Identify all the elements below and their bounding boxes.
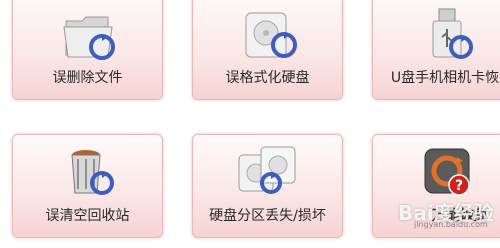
recover-partition-button[interactable]: 硬盘分区丢失/损坏 bbox=[192, 134, 343, 238]
tile-label: 误删除文件 bbox=[52, 70, 123, 86]
recover-recycle-bin-button[interactable]: 误清空回收站 bbox=[12, 134, 163, 238]
tile-label: U盘手机相机卡恢复 bbox=[390, 70, 500, 86]
tile-label: 硬盘分区丢失/损坏 bbox=[209, 208, 326, 224]
recover-formatted-disk-button[interactable]: 误格式化硬盘 bbox=[192, 0, 343, 100]
folder-recover-icon bbox=[58, 3, 118, 67]
recycle-bin-recover-icon bbox=[58, 143, 118, 203]
tile-label: 误格式化硬盘 bbox=[225, 70, 310, 86]
partition-recover-icon bbox=[233, 143, 303, 203]
watermark-url: jingyan.baidu.com bbox=[414, 220, 488, 229]
recover-usb-card-button[interactable]: U盘手机相机卡恢复 bbox=[372, 0, 500, 100]
tile-label: 误清空回收站 bbox=[45, 208, 130, 224]
recover-deleted-files-button[interactable]: 误删除文件 bbox=[12, 0, 163, 100]
svg-text:?: ? bbox=[455, 178, 463, 194]
usb-recover-icon bbox=[417, 3, 477, 67]
harddisk-recover-icon bbox=[238, 3, 298, 67]
